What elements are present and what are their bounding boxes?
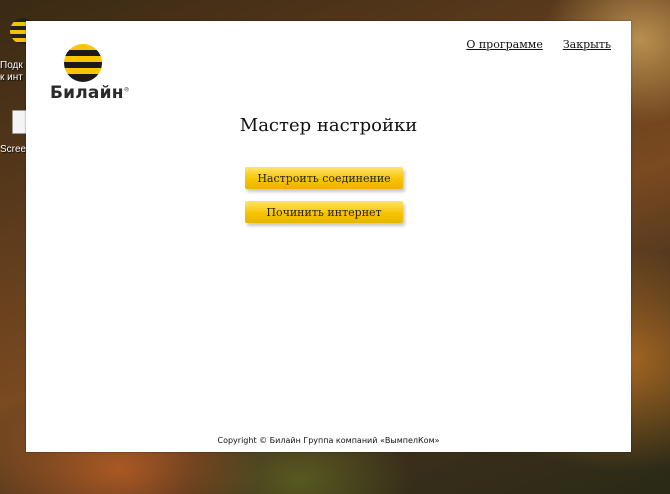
repair-internet-button[interactable]: Починить интернет [245, 201, 403, 223]
desktop-shortcut-label: Scree [0, 144, 27, 155]
logo-wordmark: Билайн® [50, 83, 130, 103]
beeline-striped-ball-icon [64, 44, 102, 82]
desktop-shortcut-label: Подк к инт [0, 60, 23, 83]
top-links: О программе Закрыть [466, 38, 611, 51]
setup-connection-button[interactable]: Настроить соединение [245, 167, 403, 189]
copyright-text: Copyright © Билайн Группа компаний «Вымп… [217, 436, 440, 445]
desktop-shortcut-screenshot[interactable]: Scree [0, 110, 27, 156]
page-title: Мастер настройки [239, 115, 418, 136]
about-link[interactable]: О программе [466, 38, 543, 51]
close-link[interactable]: Закрыть [563, 38, 611, 51]
beeline-logo: Билайн® [50, 44, 130, 104]
setup-wizard-window: Билайн® О программе Закрыть Мастер настр… [26, 21, 631, 452]
document-icon [12, 110, 27, 134]
desktop-shortcut-connect[interactable]: Подк к инт [0, 18, 36, 84]
